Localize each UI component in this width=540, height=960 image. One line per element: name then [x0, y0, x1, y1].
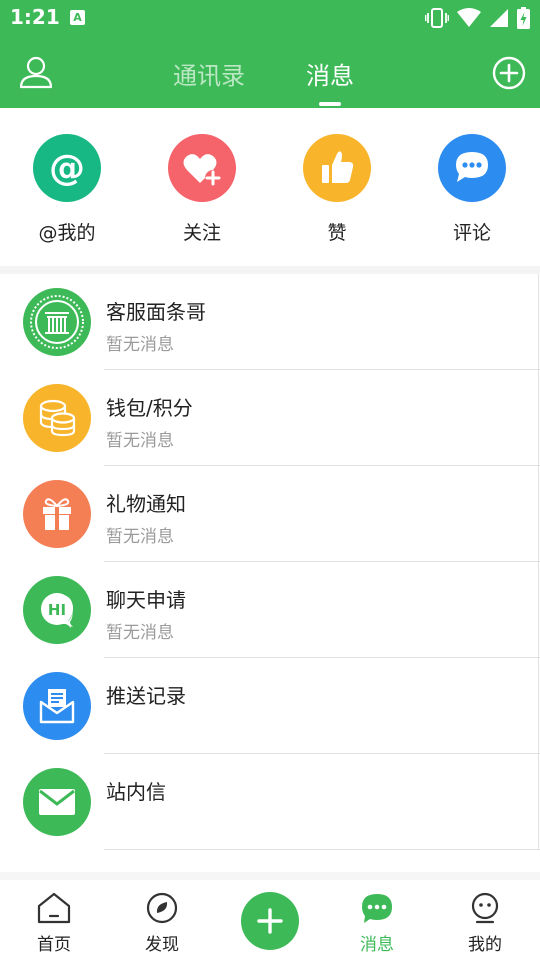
app-header: 通讯录 消息 [0, 36, 540, 108]
quick-action-mentions[interactable]: @ @我的 [12, 134, 122, 245]
signal-icon [490, 9, 508, 27]
nav-profile[interactable]: 我的 [445, 892, 525, 955]
list-right-border [538, 274, 539, 850]
home-icon [37, 892, 71, 924]
comment-bubble-icon [438, 134, 506, 202]
message-row-gift[interactable]: 礼物通知 暂无消息 [0, 466, 540, 562]
bottom-nav-separator [0, 872, 540, 880]
envelope-document-icon [23, 672, 91, 740]
heart-plus-icon [168, 134, 236, 202]
thumbs-up-icon [303, 134, 371, 202]
quick-action-label: @我的 [38, 222, 96, 244]
quick-action-likes[interactable]: 赞 [282, 134, 392, 245]
plus-icon [257, 908, 283, 934]
message-title: 聊天申请 [106, 588, 186, 612]
message-row-wallet[interactable]: 钱包/积分 暂无消息 [0, 370, 540, 466]
message-title: 站内信 [106, 780, 166, 804]
message-row-chat-request[interactable]: HI 聊天申请 暂无消息 [0, 562, 540, 658]
gift-icon [23, 480, 91, 548]
discover-icon [146, 892, 178, 924]
message-row-inbox[interactable]: 站内信 [0, 754, 540, 850]
section-divider [0, 266, 540, 274]
message-subtitle: 暂无消息 [106, 431, 174, 451]
nav-label: 消息 [360, 935, 394, 955]
status-bar: 1:21 A [0, 0, 540, 36]
message-title: 客服面条哥 [106, 300, 206, 324]
notification-a-icon: A [70, 10, 85, 25]
tab-contacts[interactable]: 通讯录 [173, 56, 245, 91]
profile-button[interactable] [18, 54, 54, 90]
bottom-navigation: 首页 发现 消息 我的 [0, 880, 540, 960]
message-title: 推送记录 [106, 684, 186, 708]
status-time: 1:21 [10, 5, 60, 29]
message-title: 钱包/积分 [106, 396, 193, 420]
customer-service-logo-icon [23, 288, 91, 356]
active-tab-indicator [319, 102, 341, 106]
message-row-push-records[interactable]: 推送记录 [0, 658, 540, 754]
status-icons [425, 6, 530, 30]
nav-label: 我的 [468, 935, 502, 955]
row-divider [104, 849, 540, 850]
message-subtitle: 暂无消息 [106, 527, 174, 547]
message-title: 礼物通知 [106, 492, 186, 516]
tab-messages[interactable]: 消息 [306, 56, 354, 91]
nav-messages[interactable]: 消息 [337, 892, 417, 955]
coins-icon [23, 384, 91, 452]
svg-text:HI: HI [48, 601, 66, 619]
quick-action-label: 关注 [182, 222, 221, 244]
nav-discover[interactable]: 发现 [122, 892, 202, 955]
quick-actions: @ @我的 关注 赞 评论 [0, 108, 540, 266]
plus-circle-icon [492, 56, 526, 90]
wifi-icon [457, 8, 481, 27]
message-list: 客服面条哥 暂无消息 钱包/积分 暂无消息 礼物通知 暂无消息 HI 聊天申请 … [0, 274, 540, 850]
envelope-icon [23, 768, 91, 836]
nav-label: 发现 [145, 935, 179, 955]
message-dots-icon [362, 894, 392, 923]
message-subtitle: 暂无消息 [106, 623, 174, 643]
message-subtitle: 暂无消息 [106, 335, 174, 355]
message-row-customer-service[interactable]: 客服面条哥 暂无消息 [0, 274, 540, 370]
vibrate-icon [425, 8, 449, 28]
quick-action-label: 评论 [452, 222, 491, 244]
quick-action-follows[interactable]: 关注 [147, 134, 257, 245]
profile-face-icon [471, 892, 499, 924]
at-icon: @ [33, 134, 101, 202]
quick-action-label: 赞 [327, 222, 347, 244]
battery-icon [517, 7, 530, 29]
nav-label: 首页 [37, 935, 71, 955]
user-icon [19, 56, 53, 89]
nav-home[interactable]: 首页 [14, 892, 94, 955]
quick-action-comments[interactable]: 评论 [417, 134, 527, 245]
svg-text:@: @ [49, 148, 85, 189]
chat-hi-icon: HI [23, 576, 91, 644]
center-add-button[interactable] [241, 892, 299, 950]
add-button[interactable] [492, 56, 526, 90]
